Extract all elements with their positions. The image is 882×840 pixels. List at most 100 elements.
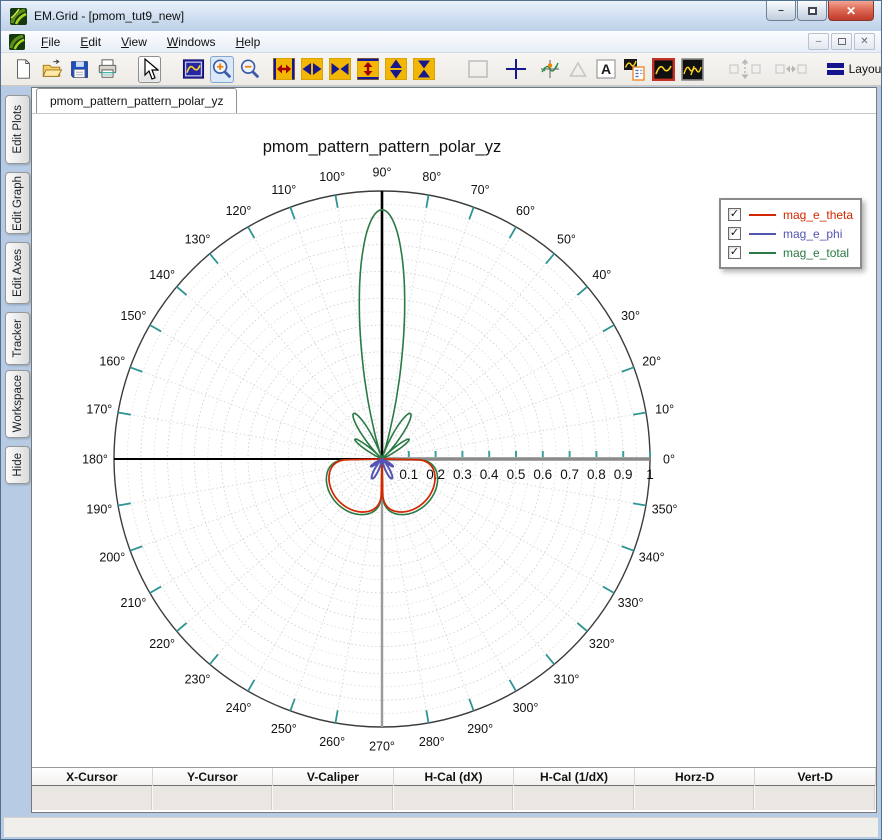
- svg-text:A: A: [601, 61, 611, 77]
- crosshair-button[interactable]: [504, 56, 528, 83]
- cursor-col-header: X-Cursor: [32, 768, 153, 786]
- emgrid-window: EM.Grid - [pmom_tut9_new] – ✕ File Edit Vi…: [0, 0, 882, 840]
- svg-text:1: 1: [646, 467, 654, 482]
- zoom-region-button[interactable]: [181, 56, 206, 83]
- legend-checkbox[interactable]: ✓: [728, 208, 741, 221]
- sidebar-tab-edit-graph[interactable]: Edit Graph: [5, 172, 30, 234]
- app-logo-icon: [10, 8, 27, 25]
- zoom-in-icon: [211, 58, 233, 80]
- menu-item-edit[interactable]: Edit: [70, 32, 111, 52]
- menu-item-view[interactable]: View: [111, 32, 157, 52]
- svg-text:200°: 200°: [99, 551, 125, 565]
- maximize-button[interactable]: [797, 1, 827, 21]
- sidebar-tab-label: Workspace: [11, 375, 24, 433]
- shrink-y-button[interactable]: [412, 56, 436, 83]
- save-file-button[interactable]: [68, 56, 91, 83]
- mdi-restore-button[interactable]: [831, 33, 852, 50]
- svg-text:210°: 210°: [121, 596, 147, 610]
- cursor-col-header: Y-Cursor: [153, 768, 274, 786]
- minimize-icon: –: [778, 5, 784, 16]
- cursor-value-cell: [32, 786, 153, 810]
- menu-item-file[interactable]: File: [31, 32, 70, 52]
- sidebar-tab-edit-plots[interactable]: Edit Plots: [5, 95, 30, 164]
- legend-checkbox[interactable]: ✓: [728, 246, 741, 259]
- svg-text:pmom_pattern_pattern_polar_yz: pmom_pattern_pattern_polar_yz: [263, 138, 501, 156]
- menu-item-help[interactable]: Help: [226, 32, 271, 52]
- crosshair-icon: [505, 58, 527, 80]
- text-label-button[interactable]: A: [594, 56, 618, 83]
- cursor-col-header: Vert-D: [755, 768, 876, 786]
- svg-text:100°: 100°: [319, 170, 345, 184]
- svg-text:250°: 250°: [271, 722, 297, 736]
- zoom-out-button[interactable]: [238, 56, 262, 83]
- shrink-x-button[interactable]: [328, 56, 352, 83]
- open-file-button[interactable]: [39, 56, 64, 83]
- expand-y-button[interactable]: [356, 56, 380, 83]
- zoom-in-button[interactable]: [209, 55, 234, 83]
- cursor-col-header: H-Cal (dX): [394, 768, 515, 786]
- print-button[interactable]: [95, 56, 120, 83]
- text-label-icon: A: [595, 58, 617, 80]
- svg-text:290°: 290°: [467, 722, 493, 736]
- sidebar-tab-label: Edit Graph: [11, 175, 24, 231]
- split-vertical-icon: [728, 58, 762, 80]
- svg-text:0.9: 0.9: [614, 467, 633, 482]
- chart-legend[interactable]: ✓ mag_e_theta ✓ mag_e_phi ✓ mag_e_total: [719, 198, 862, 269]
- cursor-col-header: Horz-D: [635, 768, 756, 786]
- expand-y-icon: [356, 58, 379, 80]
- mdi-close-button[interactable]: ✕: [854, 33, 875, 50]
- save-file-icon: [69, 59, 90, 80]
- svg-text:0°: 0°: [663, 453, 675, 467]
- svg-text:230°: 230°: [185, 672, 211, 686]
- stretch-y-icon: [384, 58, 407, 80]
- svg-text:120°: 120°: [226, 204, 252, 218]
- legend-checkbox[interactable]: ✓: [728, 227, 741, 240]
- toolbar: A Layout: [1, 53, 881, 86]
- pointer-select-icon: [139, 58, 160, 80]
- tracker-icon: [539, 58, 561, 80]
- new-file-button[interactable]: [11, 56, 35, 83]
- layout-button[interactable]: Layout: [826, 62, 881, 76]
- single-graph-button[interactable]: [651, 56, 676, 83]
- legend-line-sample: [749, 232, 776, 235]
- menu-bar: File Edit View Windows Help – ✕: [1, 31, 881, 53]
- select-rect-icon: [467, 58, 489, 80]
- svg-text:0.4: 0.4: [480, 467, 499, 482]
- mdi-minimize-button[interactable]: –: [808, 33, 829, 50]
- svg-text:180°: 180°: [82, 453, 108, 467]
- sidebar-tab-hide[interactable]: Hide: [5, 446, 30, 484]
- minimize-button[interactable]: –: [766, 1, 796, 21]
- sidebar-tab-tracker[interactable]: Tracker: [5, 312, 30, 365]
- menu-item-windows[interactable]: Windows: [157, 32, 226, 52]
- expand-x-button[interactable]: [272, 56, 296, 83]
- close-button[interactable]: ✕: [828, 1, 874, 21]
- layout-icon: [826, 63, 844, 75]
- zoom-region-icon: [182, 58, 205, 80]
- document-icon: [9, 34, 25, 50]
- stretch-x-button[interactable]: [300, 56, 324, 83]
- svg-text:260°: 260°: [319, 735, 345, 749]
- cursor-value-cell: [273, 786, 394, 810]
- tracker-button[interactable]: [538, 56, 562, 83]
- svg-text:60°: 60°: [516, 204, 535, 218]
- legend-toggle-button[interactable]: [622, 56, 647, 83]
- svg-text:70°: 70°: [471, 183, 490, 197]
- multi-graph-button[interactable]: [680, 56, 705, 83]
- layout-label: Layout: [848, 62, 881, 76]
- title-bar[interactable]: EM.Grid - [pmom_tut9_new] – ✕: [1, 1, 881, 31]
- sidebar-tab-edit-axes[interactable]: Edit Axes: [5, 242, 30, 304]
- svg-text:280°: 280°: [419, 735, 445, 749]
- sidebar-tab-workspace[interactable]: Workspace: [5, 370, 30, 438]
- svg-text:190°: 190°: [86, 502, 112, 516]
- svg-text:80°: 80°: [422, 170, 441, 184]
- svg-text:350°: 350°: [652, 502, 678, 516]
- pointer-select-button[interactable]: [138, 55, 161, 83]
- svg-text:130°: 130°: [185, 233, 211, 247]
- legend-label: mag_e_phi: [783, 226, 843, 241]
- zoom-out-icon: [239, 58, 261, 80]
- document-tab[interactable]: pmom_pattern_pattern_polar_yz: [36, 88, 238, 113]
- split-horizontal-icon: [774, 58, 808, 80]
- legend-toggle-icon: [623, 58, 646, 81]
- stretch-y-button[interactable]: [384, 56, 408, 83]
- cursor-value-cell: [755, 786, 876, 810]
